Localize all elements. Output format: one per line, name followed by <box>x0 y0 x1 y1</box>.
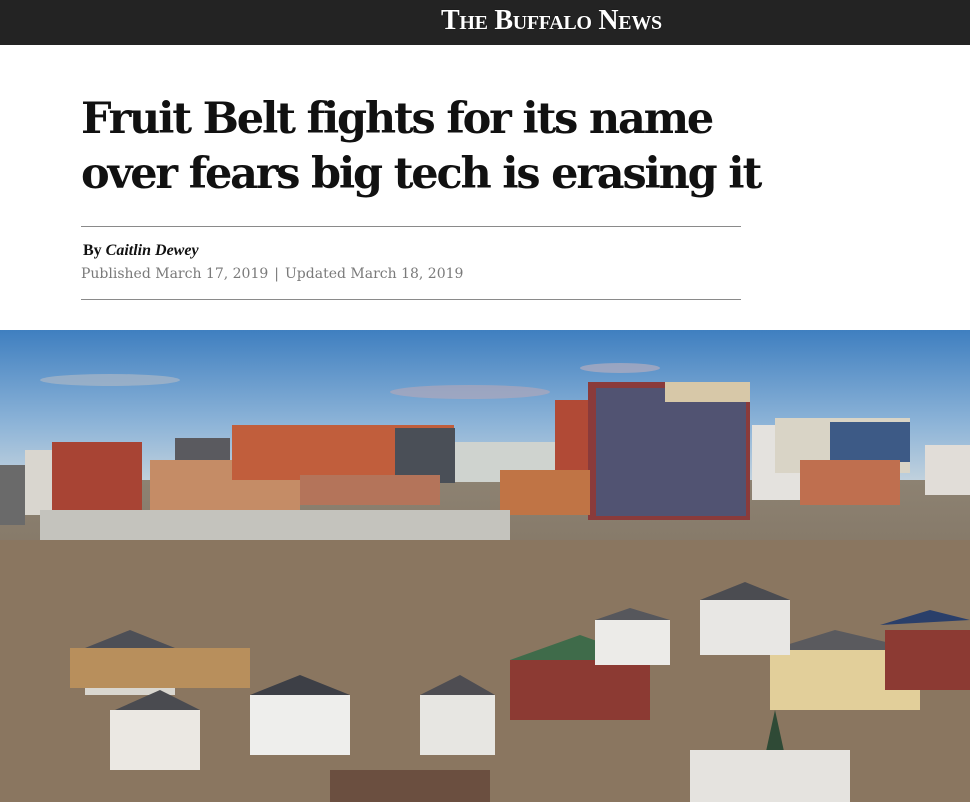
published-date: Published March 17, 2019 <box>81 266 269 282</box>
aerial-city-photo <box>0 330 970 802</box>
top-bar: The Buffalo News <box>0 0 970 45</box>
divider-top <box>81 226 741 227</box>
date-separator: | <box>274 266 279 282</box>
byline: By Caitlin Dewey <box>83 242 199 260</box>
publish-dates: Published March 17, 2019 | Updated March 1… <box>81 266 463 282</box>
hero-photo <box>0 330 970 802</box>
updated-date: Updated March 18, 2019 <box>285 266 464 282</box>
article-headline: Fruit Belt fights for its name over fear… <box>81 94 762 199</box>
author-name[interactable]: Caitlin Dewey <box>106 242 199 259</box>
divider-bottom <box>81 299 741 300</box>
site-logo[interactable]: The Buffalo News <box>441 3 662 39</box>
byline-prefix: By <box>83 242 102 259</box>
